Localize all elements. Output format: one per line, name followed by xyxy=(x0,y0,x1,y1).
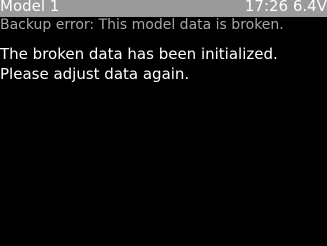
message-line-1: The broken data has been initialized. xyxy=(0,45,278,63)
error-title: Backup error: This model data is broken. xyxy=(0,17,284,33)
status-readout: 17:26 6.4V xyxy=(245,0,327,15)
battery-voltage: 6.4V xyxy=(292,0,327,15)
error-message: The broken data has been initialized. Pl… xyxy=(0,44,327,84)
clock-readout: 17:26 xyxy=(244,0,289,15)
model-name: Model 1 xyxy=(0,0,60,15)
status-bar: Model 1 17:26 6.4V xyxy=(0,0,327,17)
message-line-2: Please adjust data again. xyxy=(0,65,190,83)
device-screen: Model 1 17:26 6.4V Backup error: This mo… xyxy=(0,0,327,246)
